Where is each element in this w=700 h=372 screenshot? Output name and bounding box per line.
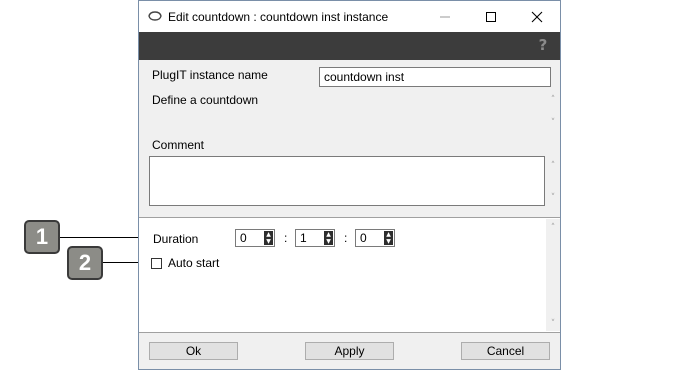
instance-name-label: PlugIT instance name [152,68,268,82]
auto-start-checkbox[interactable] [151,258,162,269]
spinner-down-arrow-icon[interactable]: ▼ [264,238,273,245]
spinner-up-arrow-icon[interactable]: ▲ [264,231,273,238]
help-icon[interactable]: ? [536,36,550,54]
ok-button[interactable]: Ok [149,342,238,360]
window-title: Edit countdown : countdown inst instance [168,10,389,24]
instance-name-input[interactable]: countdown inst [319,67,551,87]
duration-label: Duration [153,232,199,246]
time-separator: : [344,231,348,245]
close-button[interactable] [514,1,560,32]
spinner-buttons: ▲ ▼ [264,231,273,245]
apply-button[interactable]: Apply [305,342,394,360]
auto-start-label[interactable]: Auto start [168,256,219,270]
scroll-up-arrow-icon[interactable]: ˄ [549,96,557,105]
spinner-buttons: ▲ ▼ [324,231,333,245]
time-separator: : [284,231,288,245]
duration-minutes-value: 1 [300,231,307,245]
spinner-down-arrow-icon[interactable]: ▼ [324,238,333,245]
comment-scrollbar[interactable]: ˄ ˅ [546,156,560,206]
spinner-up-arrow-icon[interactable]: ▲ [324,231,333,238]
duration-hours-spinner[interactable]: 0 ▲ ▼ [235,229,275,247]
spinner-down-arrow-icon[interactable]: ▼ [384,238,393,245]
comment-label: Comment [152,138,205,152]
maximize-icon [486,12,496,22]
callout-1-number: 1 [35,224,49,249]
description-text: Define a countdown [152,93,259,107]
duration-seconds-spinner[interactable]: 0 ▲ ▼ [355,229,395,247]
scroll-down-arrow-icon[interactable]: ˅ [549,194,557,203]
cancel-button[interactable]: Cancel [461,342,550,360]
callout-2: 2 [67,246,103,280]
description-scrollbar[interactable]: ˄ ˅ [546,91,560,131]
app-icon [148,11,162,21]
duration-hours-value: 0 [240,231,247,245]
callout-1: 1 [24,220,60,254]
comment-textarea[interactable] [149,156,545,206]
minimize-icon [440,16,450,18]
maximize-button[interactable] [468,1,514,32]
close-icon [531,11,543,23]
callout-1-leader-line [60,237,149,238]
settings-scrollbar[interactable]: ˄ ˅ [546,219,560,331]
edit-countdown-dialog: Edit countdown : countdown inst instance… [138,0,561,370]
callout-2-number: 2 [78,250,92,275]
spinner-up-arrow-icon[interactable]: ▲ [384,231,393,238]
settings-panel: Duration 0 ▲ ▼ : 1 ▲ ▼ : 0 ▲ ▼ Auto star… [139,217,560,333]
scroll-up-arrow-icon[interactable]: ˄ [549,162,557,171]
scroll-up-arrow-icon[interactable]: ˄ [549,224,557,233]
spinner-buttons: ▲ ▼ [384,231,393,245]
scroll-down-arrow-icon[interactable]: ˅ [549,320,557,329]
minimize-button[interactable] [422,1,468,32]
toolbar: ? [139,32,560,60]
scroll-down-arrow-icon[interactable]: ˅ [549,119,557,128]
duration-seconds-value: 0 [360,231,367,245]
duration-minutes-spinner[interactable]: 1 ▲ ▼ [295,229,335,247]
title-bar[interactable]: Edit countdown : countdown inst instance [139,1,560,32]
